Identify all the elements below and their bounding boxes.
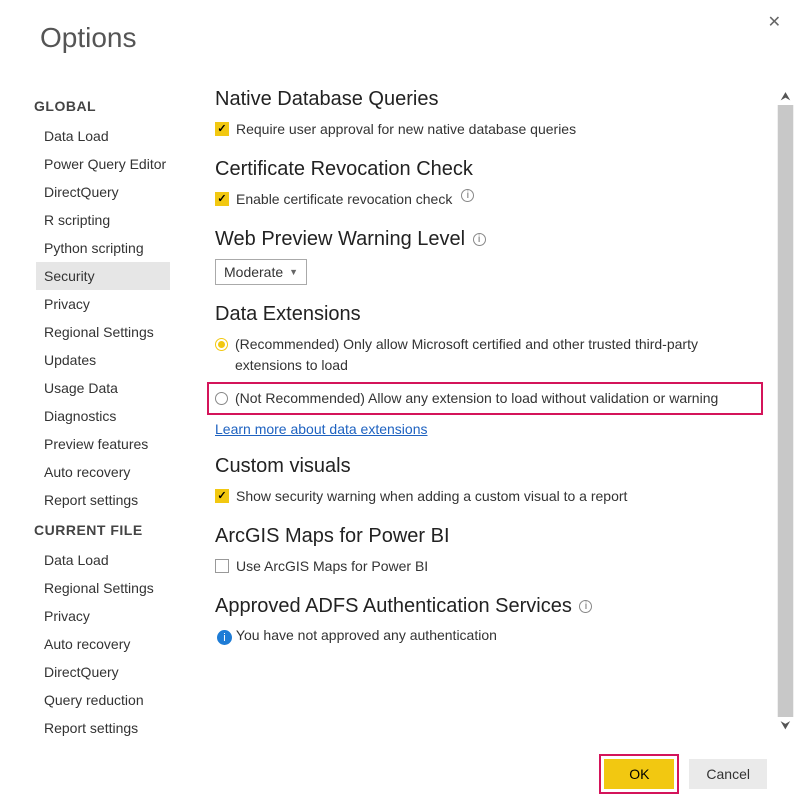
info-icon: i bbox=[217, 630, 232, 645]
sidebar-item-python-scripting[interactable]: Python scripting bbox=[36, 234, 195, 262]
radio-label: (Not Recommended) Allow any extension to… bbox=[235, 388, 718, 409]
sidebar-item-directquery[interactable]: DirectQuery bbox=[36, 178, 195, 206]
section-cert-revoke: Certificate Revocation Check ✓ Enable ce… bbox=[215, 158, 755, 210]
data-ext-radio-recommended[interactable] bbox=[215, 338, 228, 351]
web-preview-dropdown[interactable]: Moderate ▼ bbox=[215, 259, 307, 285]
sidebar-item-privacy[interactable]: Privacy bbox=[36, 290, 195, 318]
sidebar-item-directquery[interactable]: DirectQuery bbox=[36, 658, 195, 686]
scroll-down-icon[interactable]: ⮟ bbox=[777, 717, 794, 734]
info-icon[interactable]: i bbox=[461, 189, 474, 202]
cert-revoke-checkbox[interactable]: ✓ bbox=[215, 192, 229, 206]
section-title: Certificate Revocation Check bbox=[215, 158, 755, 181]
sidebar-item-regional-settings[interactable]: Regional Settings bbox=[36, 318, 195, 346]
sidebar-item-privacy[interactable]: Privacy bbox=[36, 602, 195, 630]
native-db-checkbox[interactable]: ✓ bbox=[215, 122, 229, 136]
sidebar-item-auto-recovery[interactable]: Auto recovery bbox=[36, 630, 195, 658]
highlight-box: (Not Recommended) Allow any extension to… bbox=[207, 382, 763, 415]
scroll-up-icon[interactable]: ⮝ bbox=[777, 88, 794, 105]
checkbox-label: Enable certificate revocation check bbox=[236, 189, 452, 210]
section-title: Approved ADFS Authentication Services i bbox=[215, 595, 755, 618]
section-arcgis: ArcGIS Maps for Power BI Use ArcGIS Maps… bbox=[215, 525, 755, 577]
sidebar-item-diagnostics[interactable]: Diagnostics bbox=[36, 402, 195, 430]
checkbox-label: Show security warning when adding a cust… bbox=[236, 486, 627, 507]
section-title: Custom visuals bbox=[215, 455, 755, 478]
section-custom-visuals: Custom visuals ✓ Show security warning w… bbox=[215, 455, 755, 507]
section-title: Native Database Queries bbox=[215, 88, 755, 111]
info-icon[interactable]: i bbox=[579, 600, 592, 613]
dialog-title: Options bbox=[0, 0, 797, 54]
custom-visuals-checkbox[interactable]: ✓ bbox=[215, 489, 229, 503]
sidebar-item-regional-settings[interactable]: Regional Settings bbox=[36, 574, 195, 602]
data-ext-radio-not-recommended[interactable] bbox=[215, 392, 228, 405]
checkbox-label: Use ArcGIS Maps for Power BI bbox=[236, 556, 428, 577]
section-adfs: Approved ADFS Authentication Services i … bbox=[215, 595, 755, 645]
ok-highlight: OK bbox=[599, 754, 679, 794]
close-icon[interactable]: ✕ bbox=[764, 8, 785, 36]
scroll-track[interactable] bbox=[777, 105, 794, 717]
cancel-button[interactable]: Cancel bbox=[689, 759, 767, 789]
scrollbar[interactable]: ⮝ ⮟ bbox=[777, 88, 794, 734]
content-pane: Native Database Queries ✓ Require user a… bbox=[195, 80, 775, 742]
scroll-thumb[interactable] bbox=[778, 105, 793, 717]
section-web-preview: Web Preview Warning Level i Moderate ▼ bbox=[215, 228, 755, 285]
ok-button[interactable]: OK bbox=[604, 759, 674, 789]
info-icon[interactable]: i bbox=[473, 233, 486, 246]
sidebar-item-updates[interactable]: Updates bbox=[36, 346, 195, 374]
sidebar-group-header: CURRENT FILE bbox=[34, 514, 195, 546]
radio-label: (Recommended) Only allow Microsoft certi… bbox=[235, 334, 755, 376]
sidebar-item-power-query-editor[interactable]: Power Query Editor bbox=[36, 150, 195, 178]
sidebar-item-preview-features[interactable]: Preview features bbox=[36, 430, 195, 458]
learn-more-link[interactable]: Learn more about data extensions bbox=[215, 421, 427, 437]
section-title: Web Preview Warning Level i bbox=[215, 228, 755, 251]
sidebar-item-r-scripting[interactable]: R scripting bbox=[36, 206, 195, 234]
sidebar: GLOBALData LoadPower Query EditorDirectQ… bbox=[0, 80, 195, 742]
sidebar-item-report-settings[interactable]: Report settings bbox=[36, 714, 195, 742]
sidebar-item-query-reduction[interactable]: Query reduction bbox=[36, 686, 195, 714]
sidebar-item-usage-data[interactable]: Usage Data bbox=[36, 374, 195, 402]
checkbox-label: Require user approval for new native dat… bbox=[236, 119, 576, 140]
sidebar-item-data-load[interactable]: Data Load bbox=[36, 546, 195, 574]
sidebar-item-auto-recovery[interactable]: Auto recovery bbox=[36, 458, 195, 486]
section-title: ArcGIS Maps for Power BI bbox=[215, 525, 755, 548]
adfs-status: You have not approved any authentication bbox=[236, 627, 497, 643]
section-title: Data Extensions bbox=[215, 303, 755, 326]
chevron-down-icon: ▼ bbox=[289, 267, 298, 277]
sidebar-item-data-load[interactable]: Data Load bbox=[36, 122, 195, 150]
sidebar-item-security[interactable]: Security bbox=[36, 262, 170, 290]
sidebar-item-report-settings[interactable]: Report settings bbox=[36, 486, 195, 514]
section-data-extensions: Data Extensions (Recommended) Only allow… bbox=[215, 303, 755, 437]
sidebar-group-header: GLOBAL bbox=[34, 90, 195, 122]
section-native-db: Native Database Queries ✓ Require user a… bbox=[215, 88, 755, 140]
arcgis-checkbox[interactable] bbox=[215, 559, 229, 573]
